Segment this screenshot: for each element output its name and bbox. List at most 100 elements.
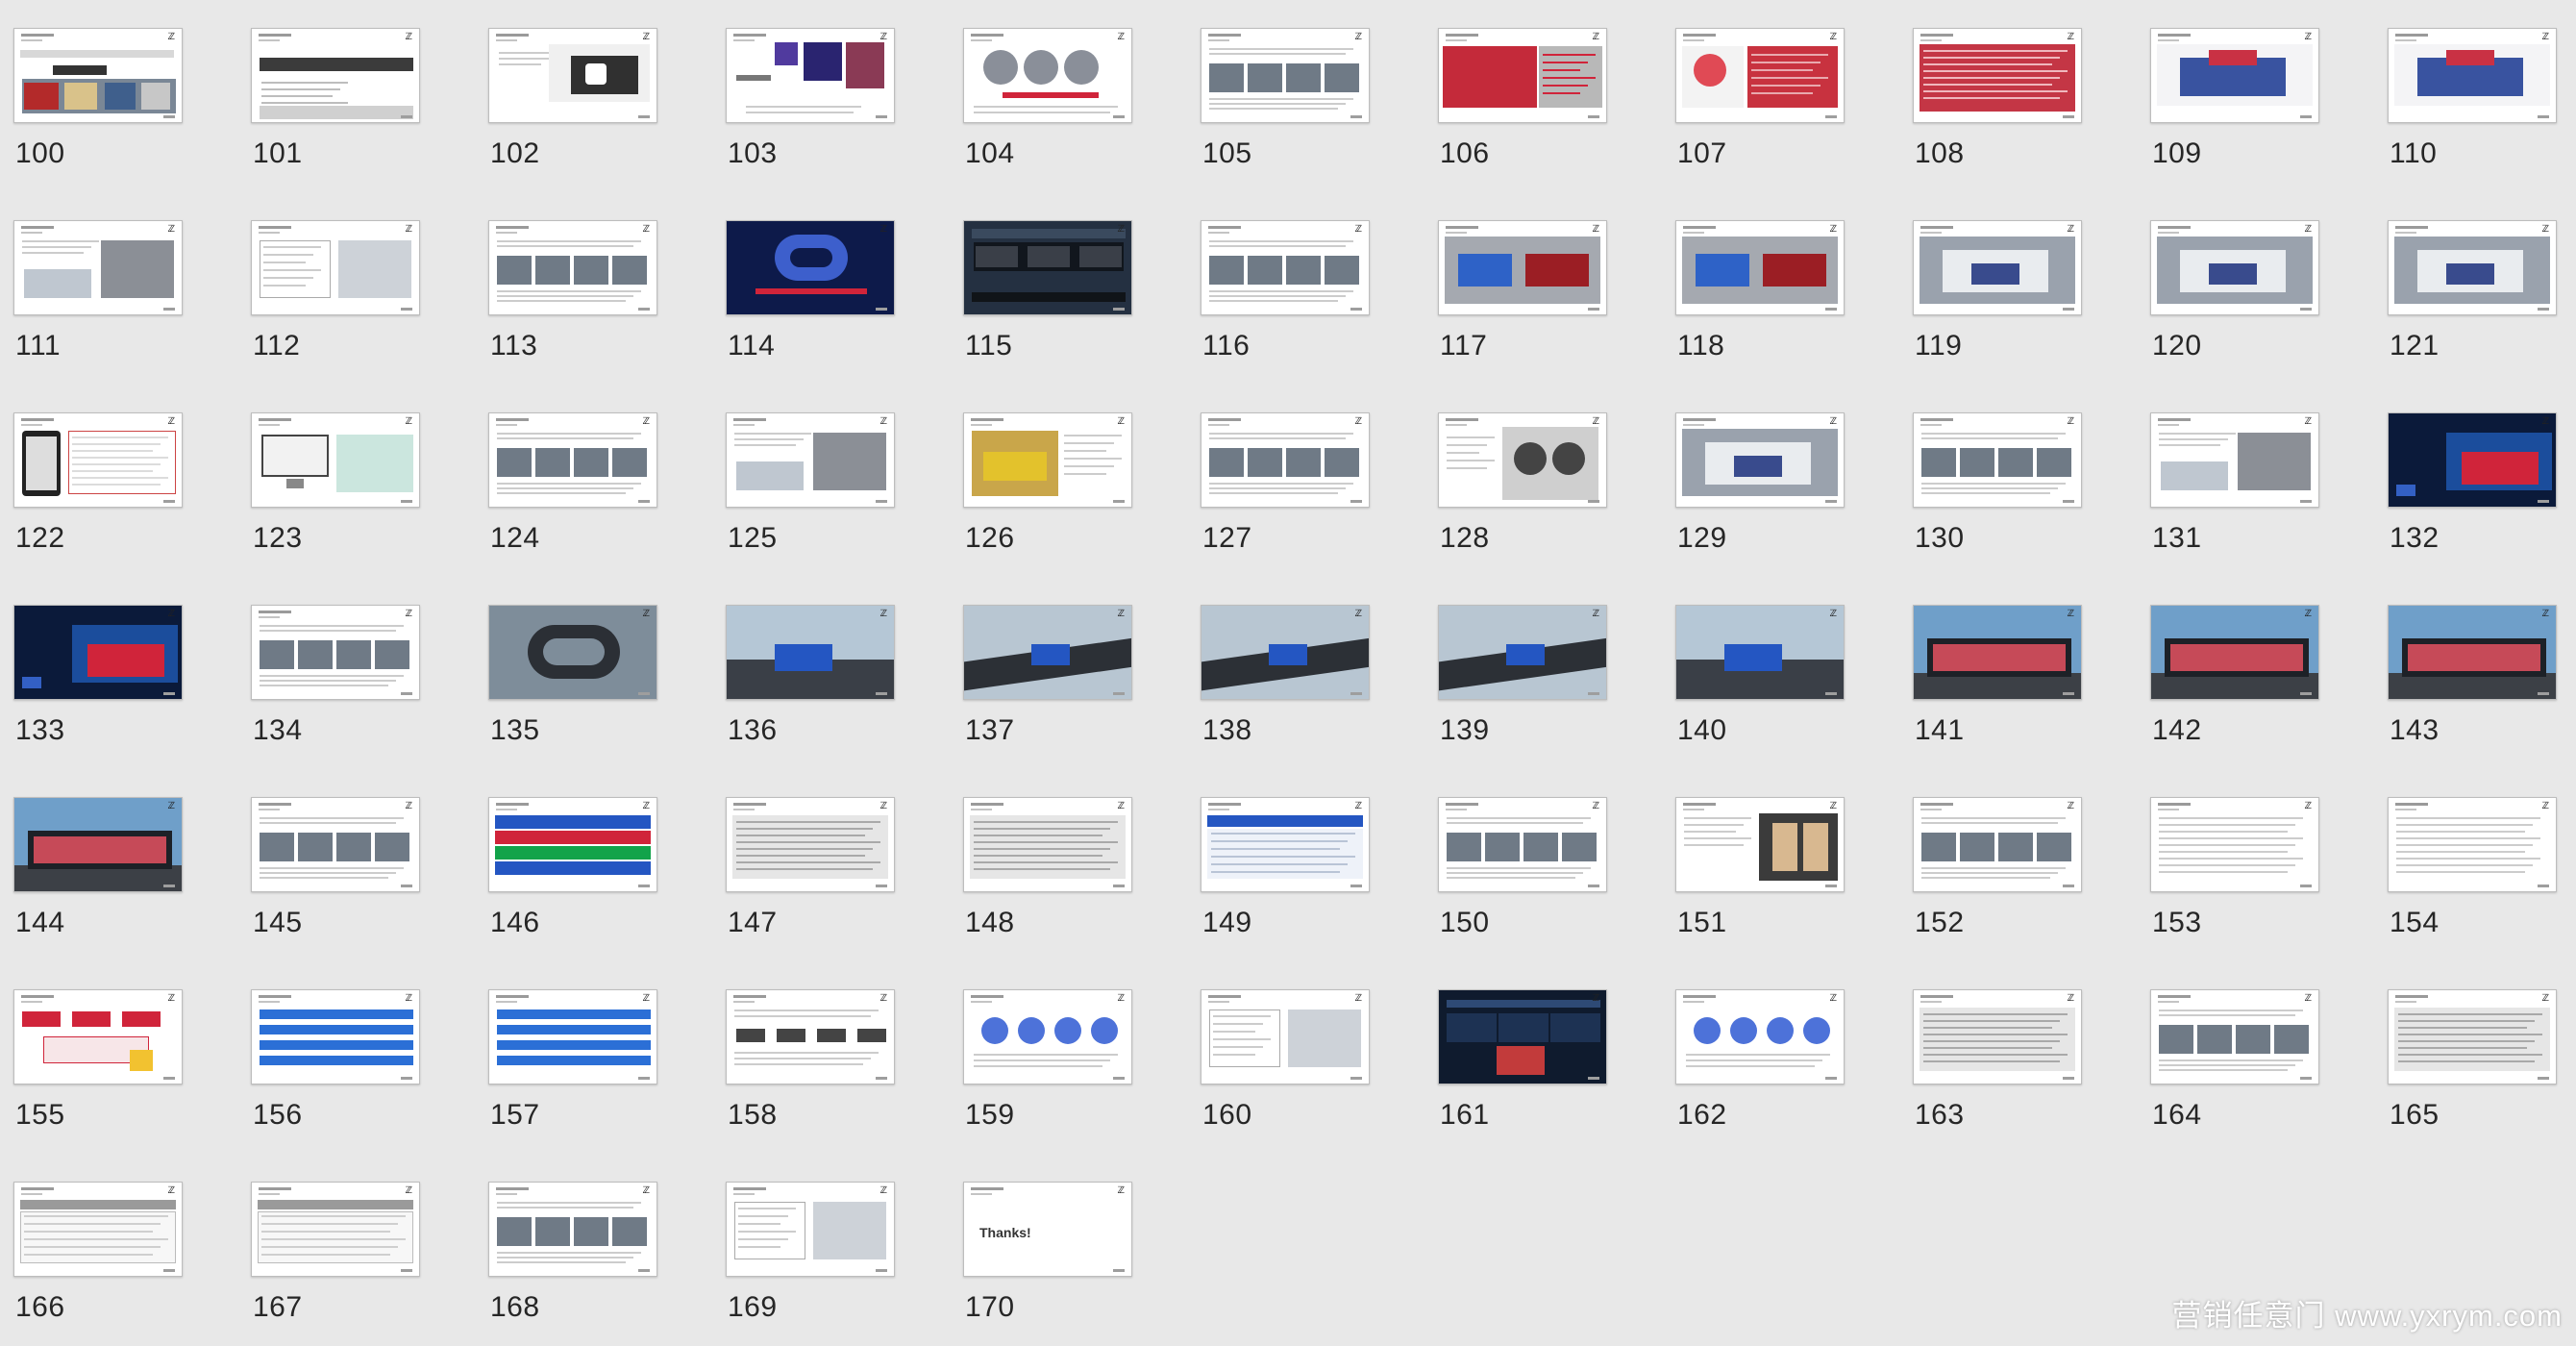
slide-item[interactable]: ℤ 149 <box>1187 769 1424 952</box>
slide-thumbnail[interactable]: ℤ <box>1913 220 2082 315</box>
slide-thumbnail[interactable]: ℤ <box>2150 797 2319 892</box>
slide-thumbnail[interactable]: ℤ <box>2388 412 2557 508</box>
slide-thumbnail[interactable]: ℤ <box>726 220 895 315</box>
slide-thumbnail[interactable]: ℤ <box>726 1182 895 1277</box>
slide-thumbnail[interactable]: ℤ <box>1438 220 1607 315</box>
slide-item[interactable]: ℤ 116 <box>1187 192 1424 375</box>
slide-item[interactable]: ℤ 136 <box>712 577 950 760</box>
slide-item[interactable]: ℤ 164 <box>2137 961 2374 1144</box>
slide-thumbnail[interactable]: ℤ <box>726 797 895 892</box>
slide-item[interactable]: ℤ 145 <box>237 769 475 952</box>
slide-item[interactable]: ℤ 151 <box>1662 769 1899 952</box>
slide-thumbnail[interactable]: ℤ <box>488 989 657 1084</box>
slide-item[interactable]: ℤ 107 <box>1662 0 1899 183</box>
slide-item[interactable]: ℤ 138 <box>1187 577 1424 760</box>
slide-thumbnail[interactable]: ℤ <box>1438 989 1607 1084</box>
slide-item[interactable]: ℤ 156 <box>237 961 475 1144</box>
slide-thumbnail[interactable]: ℤ <box>488 412 657 508</box>
slide-item[interactable]: ℤ 162 <box>1662 961 1899 1144</box>
slide-item[interactable]: ℤ 121 <box>2374 192 2576 375</box>
slide-item[interactable]: ℤ 146 <box>475 769 712 952</box>
slide-item[interactable]: ℤ 128 <box>1424 385 1662 567</box>
slide-item[interactable]: ℤ 124 <box>475 385 712 567</box>
slide-item[interactable]: ℤ 127 <box>1187 385 1424 567</box>
slide-item[interactable]: ℤ 153 <box>2137 769 2374 952</box>
slide-thumbnail[interactable]: ℤ <box>726 412 895 508</box>
slide-thumbnail[interactable]: ℤ <box>13 797 183 892</box>
slide-item[interactable]: ℤ 161 <box>1424 961 1662 1144</box>
slide-thumbnail[interactable]: ℤ <box>13 605 183 700</box>
slide-item[interactable]: ℤ 133 <box>0 577 237 760</box>
slide-item[interactable]: ℤ 123 <box>237 385 475 567</box>
slide-thumbnail[interactable]: ℤ <box>2388 797 2557 892</box>
slide-thumbnail[interactable]: ℤ <box>963 605 1132 700</box>
slide-thumbnail[interactable]: ℤ <box>726 28 895 123</box>
slide-item[interactable]: ℤ 143 <box>2374 577 2576 760</box>
slide-item[interactable]: ℤ 117 <box>1424 192 1662 375</box>
slide-item[interactable]: ℤ 140 <box>1662 577 1899 760</box>
slide-item[interactable]: ℤ 131 <box>2137 385 2374 567</box>
slide-item[interactable]: ℤ 120 <box>2137 192 2374 375</box>
slide-thumbnail[interactable]: ℤ <box>1201 220 1370 315</box>
slide-thumbnail[interactable]: ℤ <box>963 412 1132 508</box>
slide-thumbnail[interactable]: ℤ <box>1913 989 2082 1084</box>
slide-thumbnail[interactable]: ℤ <box>251 989 420 1084</box>
slide-thumbnail[interactable]: ℤ <box>2388 989 2557 1084</box>
slide-thumbnail[interactable]: ℤ <box>13 220 183 315</box>
slide-thumbnail[interactable]: ℤ <box>13 28 183 123</box>
slide-item[interactable]: ℤ 139 <box>1424 577 1662 760</box>
slide-thumbnail[interactable]: ℤ <box>1438 412 1607 508</box>
slide-item[interactable]: ℤ 105 <box>1187 0 1424 183</box>
slide-item[interactable]: ℤ 167 <box>237 1154 475 1336</box>
slide-thumbnail[interactable]: ℤ <box>251 605 420 700</box>
slide-item[interactable]: ℤ 102 <box>475 0 712 183</box>
slide-item[interactable]: ℤ 155 <box>0 961 237 1144</box>
slide-thumbnail[interactable]: ℤ <box>1913 797 2082 892</box>
slide-thumbnail[interactable]: ℤ <box>1201 412 1370 508</box>
slide-item[interactable]: ℤ 110 <box>2374 0 2576 183</box>
slide-item[interactable]: ℤ 108 <box>1899 0 2137 183</box>
slide-thumbnail[interactable]: ℤ <box>1675 28 1845 123</box>
slide-item[interactable]: ℤ 112 <box>237 192 475 375</box>
slide-thumbnail[interactable]: ℤ <box>1675 220 1845 315</box>
slide-thumbnail[interactable]: ℤ <box>251 412 420 508</box>
slide-thumbnail[interactable]: ℤ <box>488 605 657 700</box>
slide-thumbnail[interactable]: ℤ <box>963 797 1132 892</box>
slide-thumbnail[interactable]: ℤ <box>2388 220 2557 315</box>
slide-thumbnail[interactable]: ℤ <box>1438 797 1607 892</box>
slide-item[interactable]: ℤ 114 <box>712 192 950 375</box>
slide-item[interactable]: ℤ 118 <box>1662 192 1899 375</box>
slide-thumbnail[interactable]: ℤ <box>2388 605 2557 700</box>
slide-item[interactable]: ℤ 119 <box>1899 192 2137 375</box>
slide-item[interactable]: ℤ 103 <box>712 0 950 183</box>
slide-item[interactable]: ℤ 141 <box>1899 577 2137 760</box>
slide-item[interactable]: ℤ 109 <box>2137 0 2374 183</box>
slide-thumbnail[interactable]: ℤ <box>251 1182 420 1277</box>
slide-item[interactable]: ℤ 122 <box>0 385 237 567</box>
slide-item[interactable]: ℤ 152 <box>1899 769 2137 952</box>
slide-thumbnail[interactable]: ℤ <box>2150 605 2319 700</box>
slide-thumbnail[interactable]: ℤ <box>488 220 657 315</box>
slide-thumbnail[interactable]: ℤ <box>1675 412 1845 508</box>
slide-item[interactable]: ℤ 157 <box>475 961 712 1144</box>
slide-item[interactable]: ℤ 160 <box>1187 961 1424 1144</box>
slide-item[interactable]: ℤ 168 <box>475 1154 712 1336</box>
slide-item[interactable]: ℤ 126 <box>950 385 1187 567</box>
slide-thumbnail[interactable]: ℤ <box>1913 605 2082 700</box>
slide-thumbnail[interactable]: ℤ <box>1438 605 1607 700</box>
slide-thumbnail[interactable]: ℤ <box>2150 28 2319 123</box>
slide-thumbnail[interactable]: ℤ <box>2150 412 2319 508</box>
slide-thumbnail[interactable]: ℤ <box>251 220 420 315</box>
slide-item[interactable]: Thanks! ℤ 170 <box>950 1154 1187 1336</box>
slide-item[interactable]: ℤ 154 <box>2374 769 2576 952</box>
slide-thumbnail[interactable]: Thanks! ℤ <box>963 1182 1132 1277</box>
slide-item[interactable]: ℤ 134 <box>237 577 475 760</box>
slide-thumbnail[interactable]: ℤ <box>963 989 1132 1084</box>
slide-item[interactable]: ℤ 148 <box>950 769 1187 952</box>
slide-thumbnail[interactable]: ℤ <box>1201 797 1370 892</box>
slide-thumbnail[interactable]: ℤ <box>251 28 420 123</box>
slide-item[interactable]: ℤ 113 <box>475 192 712 375</box>
slide-item[interactable]: ℤ 166 <box>0 1154 237 1336</box>
slide-item[interactable]: ℤ 111 <box>0 192 237 375</box>
slide-thumbnail[interactable]: ℤ <box>1201 989 1370 1084</box>
